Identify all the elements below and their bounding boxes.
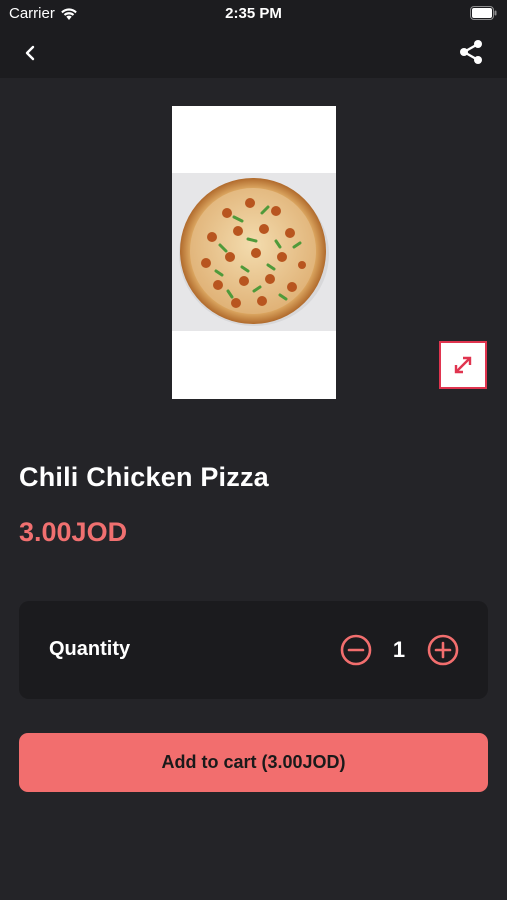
navigation-bar bbox=[0, 28, 507, 78]
share-icon[interactable] bbox=[457, 38, 485, 66]
product-price: 3.00JOD bbox=[19, 517, 128, 547]
product-image[interactable] bbox=[172, 106, 336, 399]
expand-image-button[interactable] bbox=[439, 341, 487, 389]
expand-icon bbox=[454, 356, 472, 374]
quantity-card: Quantity 1 bbox=[19, 601, 488, 699]
status-bar: Carrier 2:35 PM bbox=[0, 0, 507, 28]
quantity-label: Quantity bbox=[49, 638, 131, 660]
chevron-left-icon[interactable] bbox=[18, 40, 44, 66]
status-time: 2:35 PM bbox=[225, 5, 282, 22]
pizza-illustration bbox=[179, 178, 329, 326]
plus-circle-icon[interactable] bbox=[427, 634, 459, 666]
minus-circle-icon[interactable] bbox=[340, 634, 372, 666]
add-to-cart-button[interactable]: Add to cart (3.00JOD) bbox=[19, 733, 488, 792]
product-name: Chili Chicken Pizza bbox=[19, 462, 269, 492]
quantity-value: 1 bbox=[392, 637, 406, 662]
battery-icon bbox=[470, 6, 497, 20]
pizza-photo bbox=[172, 173, 336, 331]
